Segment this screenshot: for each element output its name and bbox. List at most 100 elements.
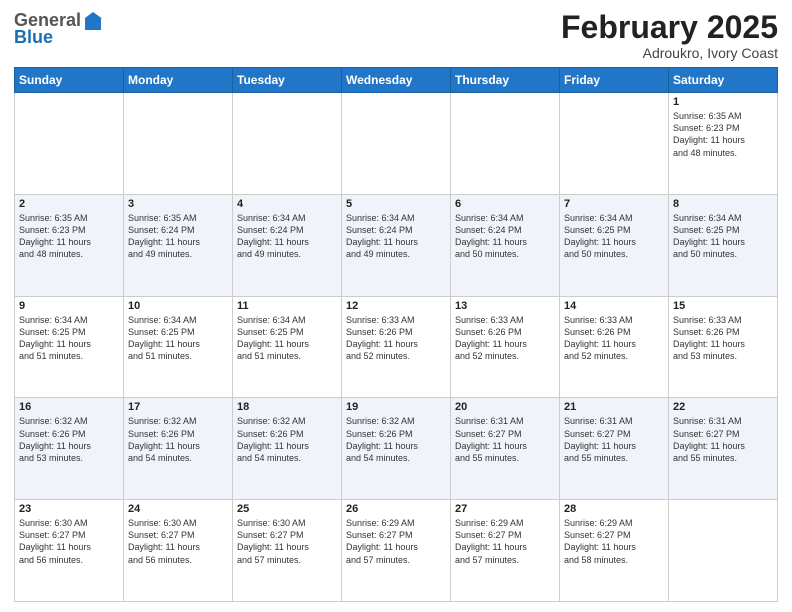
day-number: 25 bbox=[237, 503, 337, 515]
day-number: 28 bbox=[564, 503, 664, 515]
calendar-cell bbox=[342, 93, 451, 195]
calendar-cell: 18 Sunrise: 6:32 AM Sunset: 6:26 PM Dayli… bbox=[233, 398, 342, 500]
day-number: 19 bbox=[346, 401, 446, 413]
calendar-cell: 27Sunrise: 6:29 AM Sunset: 6:27 PM Dayli… bbox=[451, 500, 560, 602]
day-number: 17 bbox=[128, 401, 228, 413]
day-info: Sunrise: 6:30 AM Sunset: 6:27 PM Dayligh… bbox=[128, 517, 228, 566]
calendar-cell: 2 Sunrise: 6:35 AM Sunset: 6:23 PM Daylig… bbox=[15, 194, 124, 296]
day-number: 21 bbox=[564, 401, 664, 413]
day-info: Sunrise: 6:34 AM Sunset: 6:25 PM Dayligh… bbox=[564, 212, 664, 261]
day-info: Sunrise: 6:32 AM Sunset: 6:26 PM Dayligh… bbox=[128, 415, 228, 464]
calendar-cell: 20Sunrise: 6:31 AM Sunset: 6:27 PM Dayli… bbox=[451, 398, 560, 500]
calendar-cell: 21 Sunrise: 6:31 AM Sunset: 6:27 PM Dayli… bbox=[560, 398, 669, 500]
day-info: Sunrise: 6:30 AM Sunset: 6:27 PM Dayligh… bbox=[19, 517, 119, 566]
calendar-week-row: 23 Sunrise: 6:30 AM Sunset: 6:27 PM Dayli… bbox=[15, 500, 778, 602]
day-info: Sunrise: 6:30 AM Sunset: 6:27 PM Dayligh… bbox=[237, 517, 337, 566]
calendar-cell: 19 Sunrise: 6:32 AM Sunset: 6:26 PM Dayli… bbox=[342, 398, 451, 500]
day-info: Sunrise: 6:33 AM Sunset: 6:26 PM Dayligh… bbox=[564, 314, 664, 363]
day-number: 24 bbox=[128, 503, 228, 515]
calendar-cell: 15 Sunrise: 6:33 AM Sunset: 6:26 PM Dayli… bbox=[669, 296, 778, 398]
calendar-cell: 24 Sunrise: 6:30 AM Sunset: 6:27 PM Dayli… bbox=[124, 500, 233, 602]
day-number: 2 bbox=[19, 198, 119, 210]
calendar-cell: 9Sunrise: 6:34 AM Sunset: 6:25 PM Daylig… bbox=[15, 296, 124, 398]
day-info: Sunrise: 6:29 AM Sunset: 6:27 PM Dayligh… bbox=[346, 517, 446, 566]
calendar-cell bbox=[124, 93, 233, 195]
calendar-cell bbox=[233, 93, 342, 195]
day-number: 10 bbox=[128, 300, 228, 312]
day-number: 4 bbox=[237, 198, 337, 210]
day-info: Sunrise: 6:29 AM Sunset: 6:27 PM Dayligh… bbox=[455, 517, 555, 566]
day-info: Sunrise: 6:32 AM Sunset: 6:26 PM Dayligh… bbox=[237, 415, 337, 464]
calendar-cell: 28 Sunrise: 6:29 AM Sunset: 6:27 PM Dayli… bbox=[560, 500, 669, 602]
calendar-cell: 12 Sunrise: 6:33 AM Sunset: 6:26 PM Dayli… bbox=[342, 296, 451, 398]
day-info: Sunrise: 6:32 AM Sunset: 6:26 PM Dayligh… bbox=[19, 415, 119, 464]
calendar-week-row: 1 Sunrise: 6:35 AM Sunset: 6:23 PM Daylig… bbox=[15, 93, 778, 195]
day-number: 15 bbox=[673, 300, 773, 312]
calendar-header-wednesday: Wednesday bbox=[342, 68, 451, 93]
calendar-cell bbox=[560, 93, 669, 195]
calendar-cell: 3 Sunrise: 6:35 AM Sunset: 6:24 PM Daylig… bbox=[124, 194, 233, 296]
calendar-week-row: 16 Sunrise: 6:32 AM Sunset: 6:26 PM Dayli… bbox=[15, 398, 778, 500]
day-info: Sunrise: 6:34 AM Sunset: 6:24 PM Dayligh… bbox=[237, 212, 337, 261]
calendar-cell: 13Sunrise: 6:33 AM Sunset: 6:26 PM Dayli… bbox=[451, 296, 560, 398]
header: General Blue February 2025 Adroukro, Ivo… bbox=[14, 10, 778, 61]
calendar-cell bbox=[451, 93, 560, 195]
calendar-cell: 4 Sunrise: 6:34 AM Sunset: 6:24 PM Daylig… bbox=[233, 194, 342, 296]
day-info: Sunrise: 6:34 AM Sunset: 6:25 PM Dayligh… bbox=[673, 212, 773, 261]
day-number: 14 bbox=[564, 300, 664, 312]
calendar-cell: 7 Sunrise: 6:34 AM Sunset: 6:25 PM Daylig… bbox=[560, 194, 669, 296]
day-info: Sunrise: 6:34 AM Sunset: 6:24 PM Dayligh… bbox=[346, 212, 446, 261]
calendar-cell: 14 Sunrise: 6:33 AM Sunset: 6:26 PM Dayli… bbox=[560, 296, 669, 398]
calendar-table: SundayMondayTuesdayWednesdayThursdayFrid… bbox=[14, 67, 778, 602]
calendar-header-friday: Friday bbox=[560, 68, 669, 93]
day-number: 16 bbox=[19, 401, 119, 413]
day-info: Sunrise: 6:33 AM Sunset: 6:26 PM Dayligh… bbox=[455, 314, 555, 363]
calendar-header-monday: Monday bbox=[124, 68, 233, 93]
day-info: Sunrise: 6:34 AM Sunset: 6:25 PM Dayligh… bbox=[19, 314, 119, 363]
day-number: 1 bbox=[673, 96, 773, 108]
day-number: 12 bbox=[346, 300, 446, 312]
logo: General Blue bbox=[14, 10, 103, 48]
day-number: 22 bbox=[673, 401, 773, 413]
calendar-cell: 26Sunrise: 6:29 AM Sunset: 6:27 PM Dayli… bbox=[342, 500, 451, 602]
calendar-cell bbox=[669, 500, 778, 602]
day-info: Sunrise: 6:35 AM Sunset: 6:23 PM Dayligh… bbox=[19, 212, 119, 261]
calendar-cell: 17 Sunrise: 6:32 AM Sunset: 6:26 PM Dayli… bbox=[124, 398, 233, 500]
calendar-header-tuesday: Tuesday bbox=[233, 68, 342, 93]
day-number: 8 bbox=[673, 198, 773, 210]
calendar-cell: 6Sunrise: 6:34 AM Sunset: 6:24 PM Daylig… bbox=[451, 194, 560, 296]
calendar-cell: 16 Sunrise: 6:32 AM Sunset: 6:26 PM Dayli… bbox=[15, 398, 124, 500]
calendar-cell: 25 Sunrise: 6:30 AM Sunset: 6:27 PM Dayli… bbox=[233, 500, 342, 602]
day-number: 5 bbox=[346, 198, 446, 210]
day-number: 3 bbox=[128, 198, 228, 210]
day-info: Sunrise: 6:34 AM Sunset: 6:25 PM Dayligh… bbox=[237, 314, 337, 363]
calendar-cell bbox=[15, 93, 124, 195]
day-info: Sunrise: 6:31 AM Sunset: 6:27 PM Dayligh… bbox=[673, 415, 773, 464]
location: Adroukro, Ivory Coast bbox=[561, 45, 778, 61]
calendar-cell: 8 Sunrise: 6:34 AM Sunset: 6:25 PM Daylig… bbox=[669, 194, 778, 296]
page: General Blue February 2025 Adroukro, Ivo… bbox=[0, 0, 792, 612]
calendar-cell: 22 Sunrise: 6:31 AM Sunset: 6:27 PM Dayli… bbox=[669, 398, 778, 500]
day-info: Sunrise: 6:32 AM Sunset: 6:26 PM Dayligh… bbox=[346, 415, 446, 464]
day-info: Sunrise: 6:29 AM Sunset: 6:27 PM Dayligh… bbox=[564, 517, 664, 566]
calendar-cell: 1 Sunrise: 6:35 AM Sunset: 6:23 PM Daylig… bbox=[669, 93, 778, 195]
day-info: Sunrise: 6:35 AM Sunset: 6:24 PM Dayligh… bbox=[128, 212, 228, 261]
calendar-week-row: 9Sunrise: 6:34 AM Sunset: 6:25 PM Daylig… bbox=[15, 296, 778, 398]
day-info: Sunrise: 6:33 AM Sunset: 6:26 PM Dayligh… bbox=[673, 314, 773, 363]
day-number: 7 bbox=[564, 198, 664, 210]
calendar-header-sunday: Sunday bbox=[15, 68, 124, 93]
logo-icon bbox=[83, 10, 103, 32]
day-info: Sunrise: 6:34 AM Sunset: 6:25 PM Dayligh… bbox=[128, 314, 228, 363]
day-number: 20 bbox=[455, 401, 555, 413]
day-info: Sunrise: 6:31 AM Sunset: 6:27 PM Dayligh… bbox=[564, 415, 664, 464]
day-info: Sunrise: 6:33 AM Sunset: 6:26 PM Dayligh… bbox=[346, 314, 446, 363]
calendar-header-thursday: Thursday bbox=[451, 68, 560, 93]
calendar-header-saturday: Saturday bbox=[669, 68, 778, 93]
day-number: 6 bbox=[455, 198, 555, 210]
calendar-cell: 5 Sunrise: 6:34 AM Sunset: 6:24 PM Daylig… bbox=[342, 194, 451, 296]
day-number: 23 bbox=[19, 503, 119, 515]
day-info: Sunrise: 6:35 AM Sunset: 6:23 PM Dayligh… bbox=[673, 110, 773, 159]
day-number: 18 bbox=[237, 401, 337, 413]
title-block: February 2025 Adroukro, Ivory Coast bbox=[561, 10, 778, 61]
calendar-cell: 10 Sunrise: 6:34 AM Sunset: 6:25 PM Dayli… bbox=[124, 296, 233, 398]
